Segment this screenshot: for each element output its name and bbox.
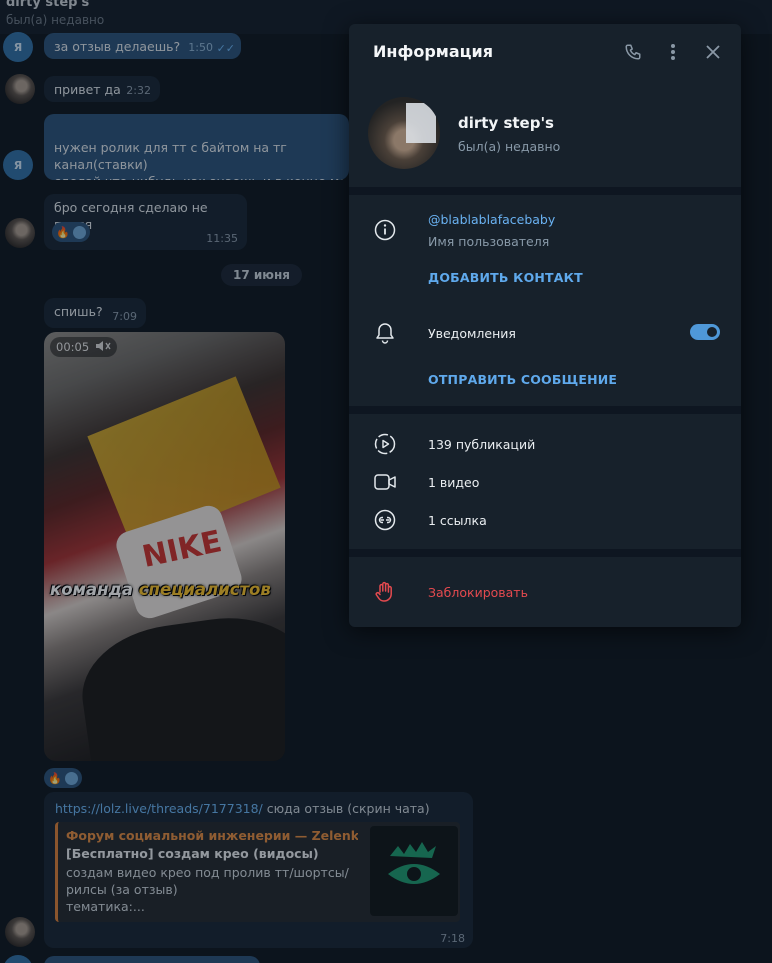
message-bubble[interactable] (44, 956, 260, 963)
media-stories[interactable]: 139 публикаций (428, 437, 535, 452)
profile-photo-detail (406, 103, 436, 143)
avatar-letter: Я (13, 158, 23, 172)
username-label: Имя пользователя (428, 234, 550, 249)
video-caption: команда специалистов (50, 580, 271, 599)
section-divider (349, 406, 741, 414)
video-duration: 00:05 (56, 340, 90, 354)
double-check-icon: ✓✓ (216, 42, 235, 55)
video-message[interactable]: NIKE 00:05 команда специалистов (44, 332, 285, 761)
stories-icon (373, 432, 397, 456)
message-time: 1:50 (188, 41, 213, 54)
block-user-button[interactable]: Заблокировать (428, 585, 528, 600)
chat-header-name: dirty step's (6, 0, 90, 10)
profile-name: dirty step's (458, 114, 554, 132)
section-divider (349, 187, 741, 195)
message-link[interactable]: https://lolz.live/threads/7177318/ (55, 801, 263, 816)
fire-emoji-icon: 🔥 (48, 771, 62, 785)
section-divider (349, 549, 741, 557)
avatar[interactable] (5, 917, 35, 947)
message-time: 7:09 (112, 310, 137, 323)
link-preview-site: Форум социальной инженерии — Zelenka... (66, 828, 358, 843)
hand-stop-icon (373, 580, 397, 604)
link-preview-title: [Бесплатно] создам крео (видосы) (66, 846, 319, 861)
message-bubble[interactable]: за отзыв делаешь? 1:50 ✓✓ (44, 33, 241, 59)
close-icon[interactable] (701, 40, 725, 64)
notifications-label: Уведомления (428, 326, 516, 341)
message-text: спишь? (54, 304, 103, 319)
message-bubble[interactable]: нужен ролик для тт с байтом на тг канал(… (44, 114, 349, 180)
chat-header-status: был(а) недавно (6, 13, 105, 27)
video-icon (373, 470, 397, 494)
toggle-knob (705, 325, 719, 339)
media-links[interactable]: 1 ссылка (428, 513, 487, 528)
username-link[interactable]: @blablablafacebaby (428, 212, 555, 227)
link-icon (373, 508, 397, 532)
video-caption-part2: специалистов (138, 580, 271, 599)
avatar[interactable]: Я (3, 32, 33, 62)
avatar[interactable] (5, 74, 35, 104)
muted-speaker-icon[interactable] (95, 339, 111, 356)
bell-icon (373, 321, 397, 345)
eye-logo-icon (388, 842, 440, 884)
message-time: 2:32 (126, 84, 151, 97)
date-divider-text: 17 июня (233, 268, 290, 282)
fire-emoji-icon: 🔥 (56, 225, 70, 239)
reaction-badge[interactable]: 🔥 (44, 768, 82, 788)
date-divider: 17 июня (221, 264, 302, 286)
message-time: 11:35 (206, 232, 238, 245)
message-text: привет да (54, 82, 121, 97)
message-text: нужен ролик для тт с байтом на тг канал(… (54, 140, 349, 180)
avatar[interactable] (5, 218, 35, 248)
message-text-rest: сюда отзыв (скрин чата) (266, 801, 430, 816)
add-contact-button[interactable]: ДОБАВИТЬ КОНТАКТ (428, 270, 583, 285)
profile-photo[interactable] (368, 97, 440, 169)
link-preview[interactable]: Форум социальной инженерии — Zelenka... … (55, 822, 460, 922)
send-message-button[interactable]: ОТПРАВИТЬ СООБЩЕНИЕ (428, 372, 617, 387)
video-duration-badge[interactable]: 00:05 (50, 337, 118, 357)
message-bubble[interactable]: привет да 2:32 (44, 76, 160, 102)
message-text: за отзыв делаешь? (54, 39, 181, 54)
link-message-bubble[interactable]: https://lolz.live/threads/7177318/ сюда … (44, 792, 473, 948)
message-text: https://lolz.live/threads/7177318/ сюда … (55, 801, 430, 816)
notifications-toggle[interactable] (690, 324, 720, 340)
panel-title: Информация (373, 42, 493, 61)
message-time: 7:18 (440, 932, 465, 945)
message-bubble[interactable]: спишь? 7:09 (44, 298, 146, 328)
link-preview-description: создам видео крео под пролив тт/шортсы/ … (66, 865, 349, 914)
avatar-letter: Я (13, 40, 23, 54)
reactor-avatar (64, 771, 78, 785)
video-caption-part1: команда (50, 580, 134, 599)
user-info-panel: Информация dirty step's был(а) недавно @… (349, 24, 741, 627)
info-icon (373, 218, 397, 242)
reactor-avatar (72, 225, 86, 239)
avatar[interactable]: Я (3, 150, 33, 180)
profile-status: был(а) недавно (458, 139, 561, 154)
more-vertical-icon[interactable] (661, 40, 685, 64)
video-frame-shape (73, 606, 285, 761)
media-videos[interactable]: 1 видео (428, 475, 479, 490)
reaction-badge[interactable]: 🔥 (52, 222, 90, 242)
link-preview-thumbnail (370, 826, 458, 916)
phone-icon[interactable] (621, 40, 645, 64)
